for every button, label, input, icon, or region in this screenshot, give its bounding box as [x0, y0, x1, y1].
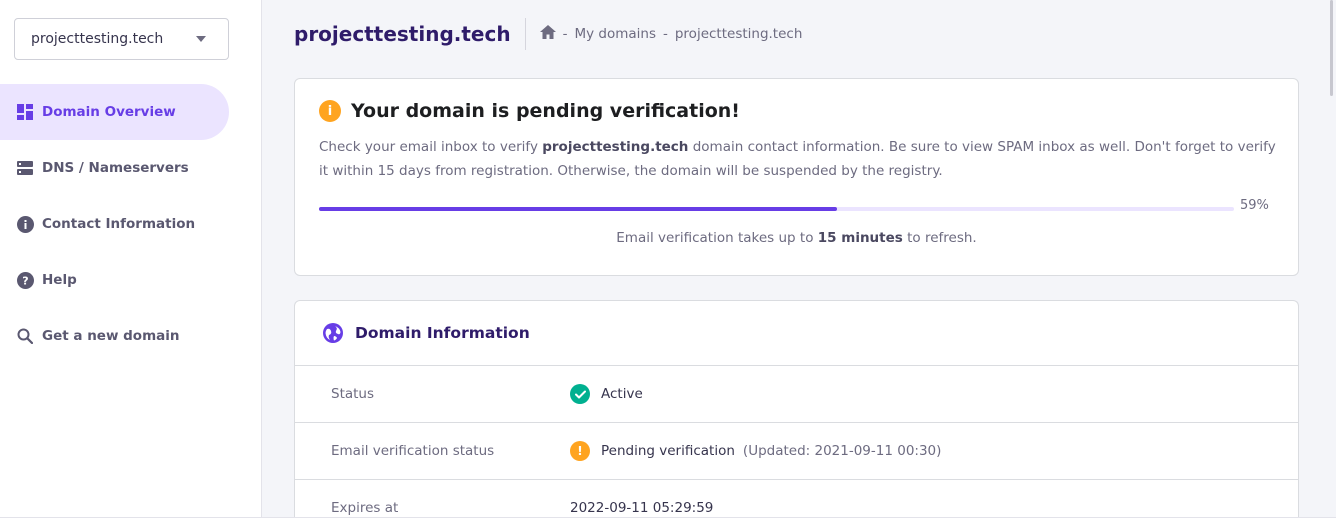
alert-body-domain: projecttesting.tech: [542, 139, 689, 155]
progress-label: 59%: [1240, 198, 1269, 213]
breadcrumb-my-domains[interactable]: My domains: [574, 26, 656, 42]
domain-information-card: Domain Information Status Active Email v…: [294, 300, 1299, 527]
email-verification-value: ! Pending verification (Updated: 2021-09…: [570, 441, 941, 461]
page-scrollbar[interactable]: [1328, 0, 1336, 100]
sidebar-item-label: Domain Overview: [42, 104, 176, 120]
refresh-note-suffix: to refresh.: [902, 230, 977, 246]
domain-select[interactable]: projecttesting.tech: [14, 18, 229, 60]
alert-body-prefix: Check your email inbox to verify: [319, 139, 543, 155]
server-icon: [16, 159, 34, 177]
refresh-note: Email verification takes up to 15 minute…: [295, 230, 1298, 246]
refresh-note-prefix: Email verification takes up to: [616, 230, 818, 246]
breadcrumb-separator: -: [662, 26, 668, 42]
help-icon: ?: [16, 271, 34, 289]
info-icon: [16, 215, 34, 233]
globe-icon: [323, 323, 343, 343]
sidebar-item-label: Get a new domain: [42, 328, 180, 344]
sidebar-item-domain-overview[interactable]: Domain Overview: [0, 84, 229, 140]
search-icon: [16, 327, 34, 345]
domain-information-header: Domain Information: [295, 301, 1298, 366]
expires-at-label: Expires at: [331, 500, 399, 516]
sidebar-item-get-new-domain[interactable]: Get a new domain: [0, 308, 229, 364]
alert-title-text: Your domain is pending verification!: [351, 100, 740, 122]
scrollbar-thumb[interactable]: [1330, 0, 1333, 96]
info-warning-icon: i: [319, 100, 341, 122]
expires-at-value: 2022-09-11 05:29:59: [570, 500, 714, 516]
check-circle-icon: [570, 384, 590, 404]
alert-title: i Your domain is pending verification!: [319, 100, 740, 122]
svg-text:?: ?: [22, 274, 28, 287]
email-verification-updated: (Updated: 2021-09-11 00:30): [742, 443, 942, 459]
sidebar: projecttesting.tech Domain Overview DNS …: [0, 0, 262, 527]
sidebar-item-contact-information[interactable]: Contact Information: [0, 196, 229, 252]
home-icon[interactable]: [539, 25, 556, 43]
domain-select-value: projecttesting.tech: [31, 31, 164, 47]
status-label: Status: [331, 386, 375, 402]
status-text: Active: [601, 386, 643, 402]
main-content: projecttesting.tech - My domains - proje…: [262, 0, 1336, 527]
progress-fill: [319, 207, 838, 211]
status-row: Status Active: [295, 366, 1298, 423]
breadcrumb-separator: -: [562, 26, 568, 42]
chevron-down-icon: [196, 36, 206, 42]
verification-alert-card: i Your domain is pending verification! C…: [294, 78, 1299, 276]
breadcrumb: - My domains - projecttesting.tech: [526, 25, 803, 43]
sidebar-item-dns-nameservers[interactable]: DNS / Nameservers: [0, 140, 229, 196]
sidebar-item-label: Contact Information: [42, 216, 196, 232]
email-verification-status-text: Pending verification: [601, 443, 735, 459]
verification-progress-bar: [319, 207, 1234, 211]
alert-body: Check your email inbox to verify project…: [319, 135, 1279, 183]
sidebar-nav: Domain Overview DNS / Nameservers Contac…: [0, 84, 262, 364]
sidebar-item-label: DNS / Nameservers: [42, 160, 189, 176]
page-title: projecttesting.tech: [294, 18, 526, 50]
page-header: projecttesting.tech - My domains - proje…: [294, 18, 802, 50]
email-verification-label: Email verification status: [331, 443, 495, 459]
sidebar-item-label: Help: [42, 272, 77, 288]
sidebar-item-help[interactable]: ? Help: [0, 252, 229, 308]
status-value: Active: [570, 384, 643, 404]
refresh-note-bold: 15 minutes: [817, 230, 903, 246]
domain-information-title: Domain Information: [355, 324, 530, 342]
email-verification-row: Email verification status ! Pending veri…: [295, 423, 1298, 480]
bottom-bar: [0, 517, 1336, 527]
breadcrumb-current: projecttesting.tech: [674, 26, 803, 42]
exclamation-circle-icon: !: [570, 441, 590, 461]
dashboard-icon: [16, 103, 34, 121]
